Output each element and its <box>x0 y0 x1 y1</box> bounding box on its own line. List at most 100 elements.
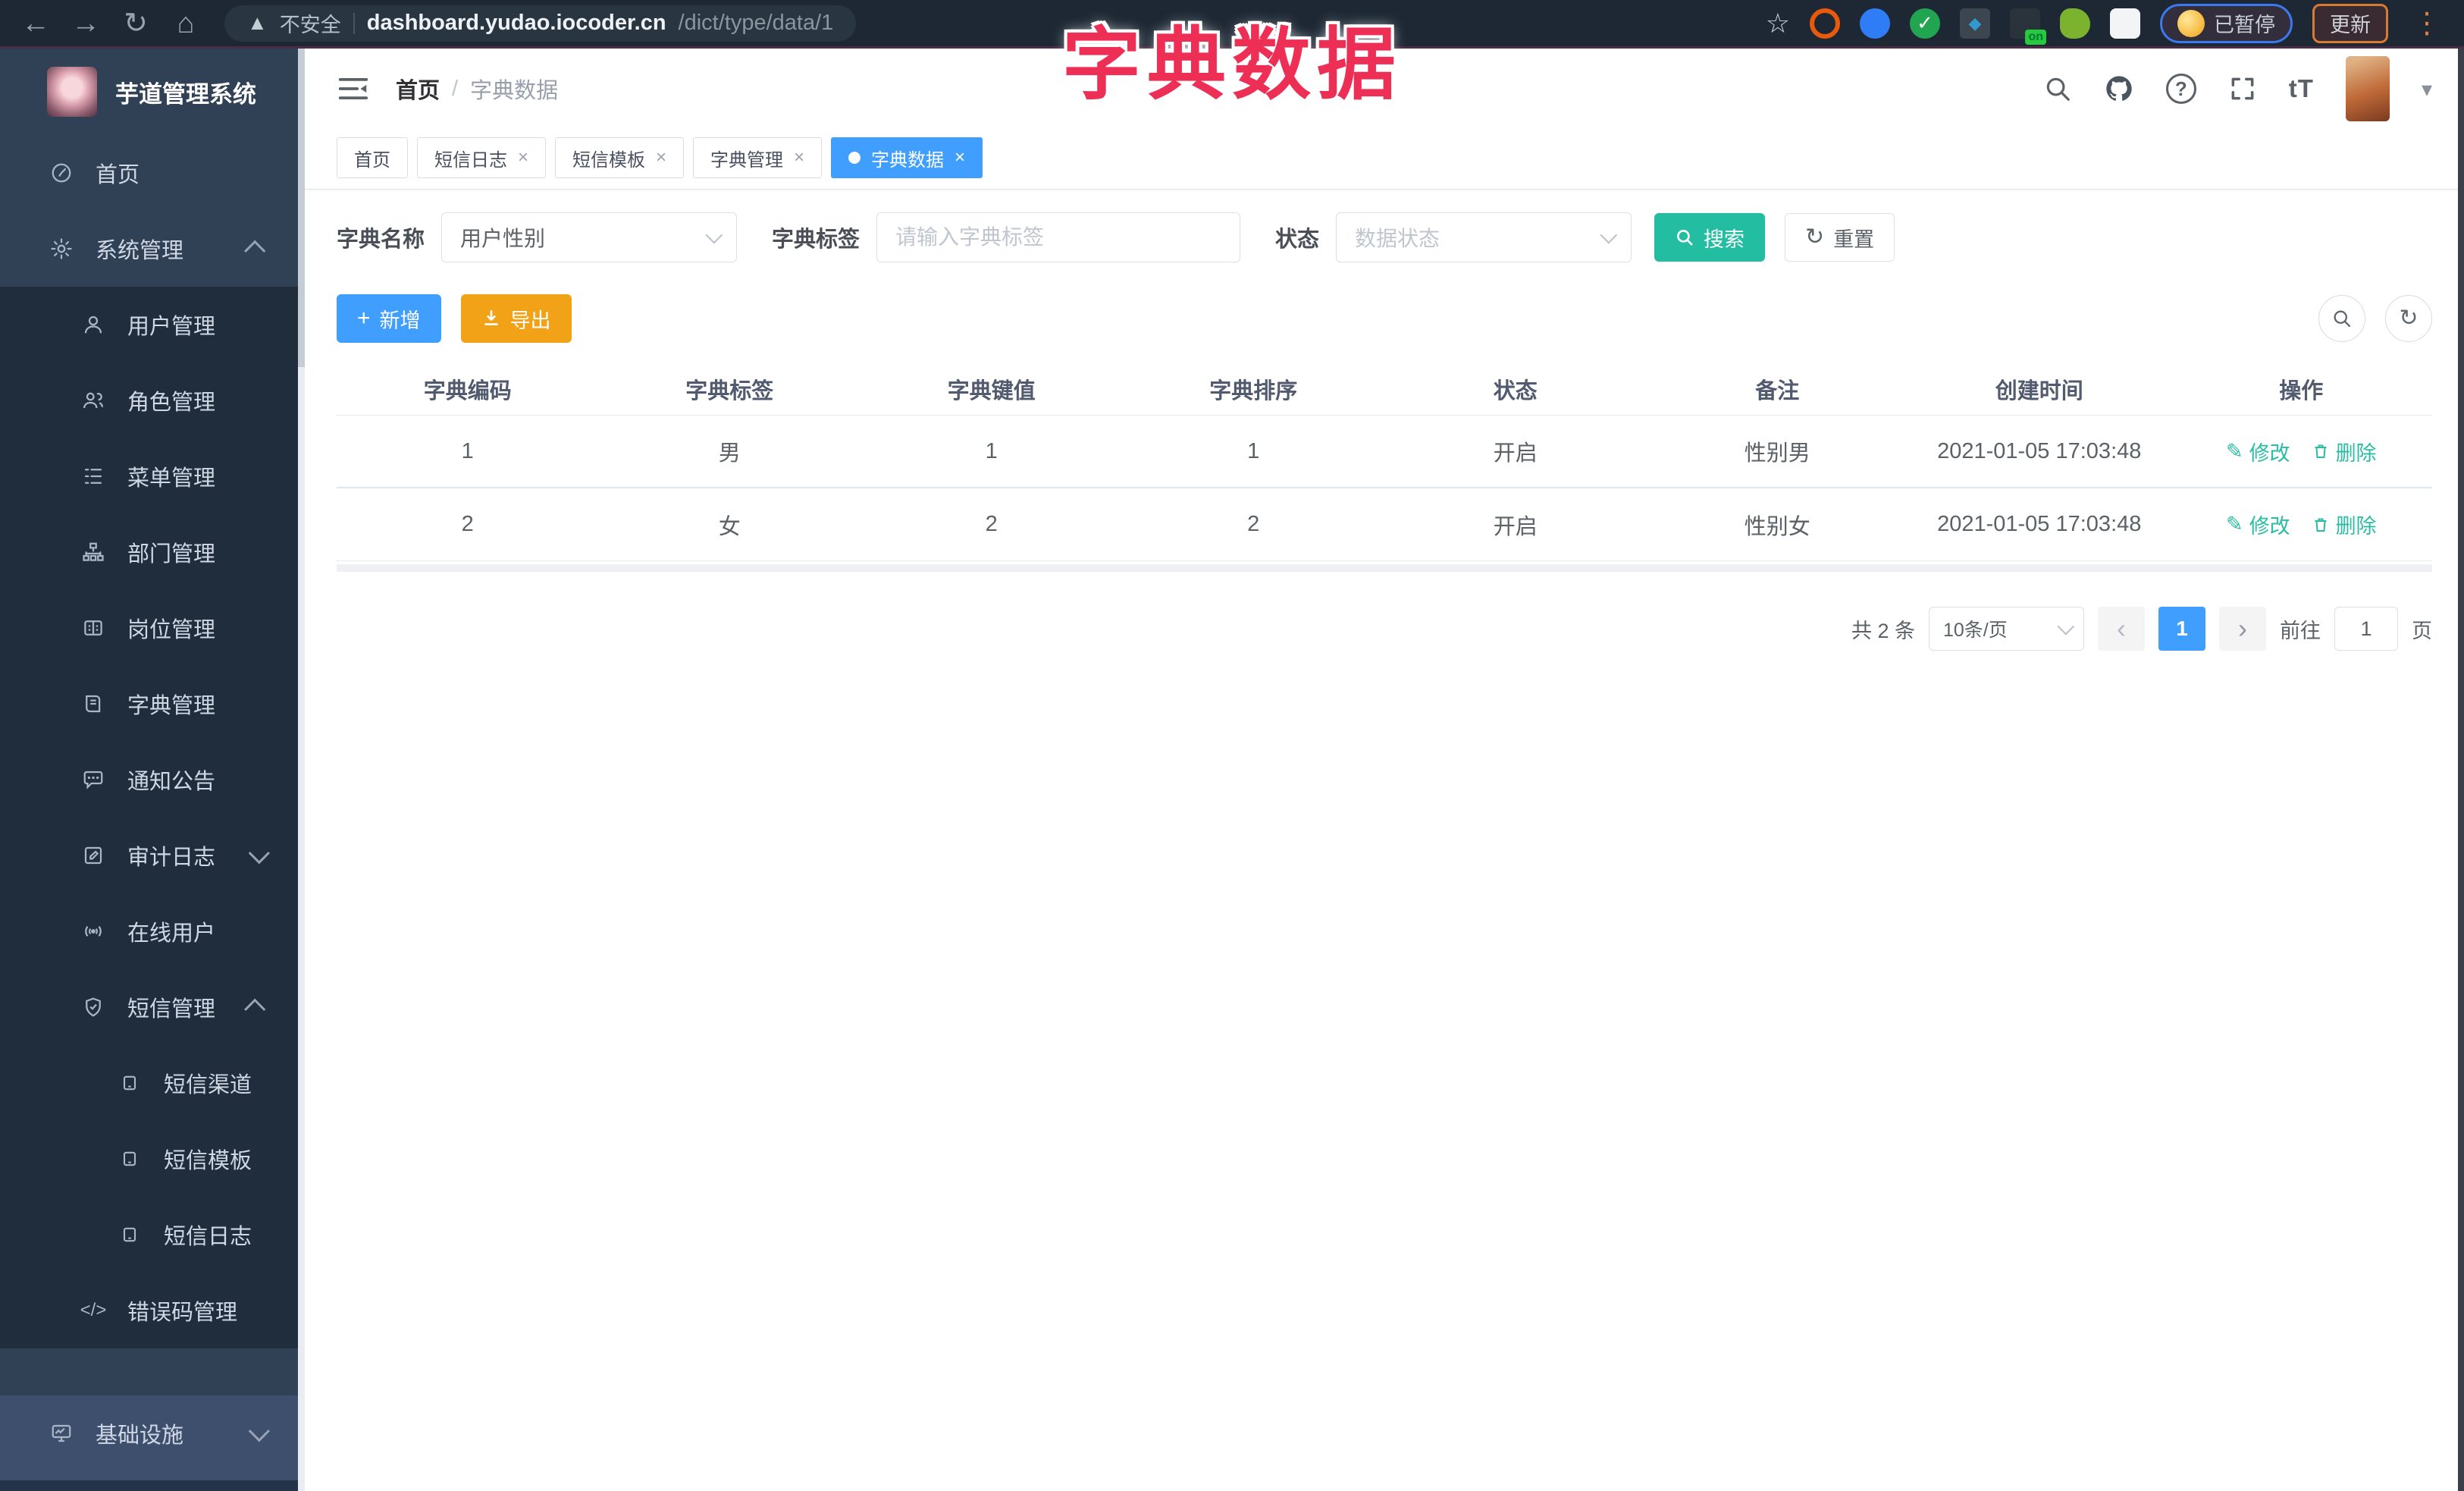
font-size-icon[interactable]: tT <box>2289 74 2314 103</box>
cell-value: 1 <box>985 438 998 463</box>
table-bottom-scrollbar[interactable] <box>337 564 2432 572</box>
edit-link[interactable]: ✎ 修改 <box>2226 510 2290 539</box>
user-avatar[interactable] <box>2345 56 2390 121</box>
export-button[interactable]: 导出 <box>460 294 572 343</box>
sidebar-item-system[interactable]: 系统管理 <box>0 211 298 287</box>
gear-icon <box>44 237 79 260</box>
sidebar-item-sms-channel[interactable]: 短信渠道 <box>0 1045 298 1121</box>
tab-label: 短信模板 <box>572 149 646 171</box>
sidebar-item-users[interactable]: 用户管理 <box>0 287 298 363</box>
monitor-icon <box>44 1422 79 1445</box>
close-icon[interactable]: × <box>656 147 666 168</box>
address-bar[interactable]: ▲ 不安全 dashboard.yudao.iocoder.cn/dict/ty… <box>224 5 857 42</box>
sidebar-item-menus[interactable]: 菜单管理 <box>0 438 298 514</box>
header-search-icon[interactable] <box>2043 74 2072 103</box>
edit-link[interactable]: ✎ 修改 <box>2226 437 2290 466</box>
dict-name-select[interactable]: 用户性别 <box>441 212 738 262</box>
bookmark-star-icon[interactable]: ☆ <box>1766 8 1790 39</box>
avatar-caret-icon[interactable]: ▾ <box>2422 77 2432 102</box>
sidebar-scrollbar[interactable] <box>298 49 305 1491</box>
reset-button[interactable]: ↻ 重置 <box>1785 213 1895 262</box>
paused-extension-chip[interactable]: 已暂停 <box>2160 3 2293 43</box>
extension-bars-icon[interactable]: ◆ <box>1960 8 1990 39</box>
col-header-remark: 备注 <box>1755 378 1800 403</box>
page-suffix: 页 <box>2412 619 2432 642</box>
sidebar-item-roles[interactable]: 角色管理 <box>0 363 298 438</box>
pagination: 共 2 条 10条/页 ‹ 1 › 前往 页 <box>337 607 2432 651</box>
close-icon[interactable]: × <box>518 147 528 168</box>
extension-leaf-icon[interactable] <box>2060 8 2090 39</box>
extension-switch-icon[interactable]: on <box>2010 8 2046 45</box>
col-header-status: 状态 <box>1493 378 1538 403</box>
table-row[interactable]: 1 男 1 1 开启 性别男 2021-01-05 17:03:48 ✎ 修改 … <box>337 416 2432 488</box>
help-icon[interactable]: ? <box>2165 74 2196 104</box>
address-divider <box>353 12 355 34</box>
tab-home[interactable]: 首页 <box>337 137 408 178</box>
sidebar-item-posts[interactable]: 岗位管理 <box>0 590 298 666</box>
warning-icon: ▲ <box>247 11 268 34</box>
toggle-search-button[interactable] <box>2318 295 2365 342</box>
dict-label-input[interactable] <box>876 212 1241 262</box>
sidebar-item-sms-log[interactable]: 短信日志 <box>0 1197 298 1273</box>
fullscreen-icon[interactable] <box>2228 74 2257 103</box>
tab-sms-log[interactable]: 短信日志 × <box>417 137 547 178</box>
extension-puzzle-icon[interactable] <box>2110 8 2140 39</box>
sidebar-item-label: 在线用户 <box>127 921 216 946</box>
sidebar-item-notices[interactable]: 通知公告 <box>0 742 298 818</box>
tab-dict-manage[interactable]: 字典管理 × <box>693 137 823 178</box>
search-button[interactable]: 搜索 <box>1654 213 1766 262</box>
browser-home-icon[interactable]: ⌂ <box>161 1 211 46</box>
sidebar-item-dict[interactable]: 字典管理 <box>0 666 298 742</box>
sidebar-item-label: 角色管理 <box>127 391 216 415</box>
extension-orange-icon[interactable] <box>1810 8 1840 39</box>
sidebar-item-infrastructure[interactable]: 基础设施 <box>0 1395 298 1471</box>
browser-menu-icon[interactable]: ⋮ <box>2408 6 2446 40</box>
chevron-down-icon <box>705 226 723 244</box>
goto-page-input[interactable] <box>2334 607 2398 651</box>
close-icon[interactable]: × <box>794 147 804 168</box>
sidebar-item-departments[interactable]: 部门管理 <box>0 514 298 590</box>
edit-label: 修改 <box>2249 441 2290 465</box>
status-select[interactable]: 数据状态 <box>1336 212 1632 262</box>
extension-blue-icon[interactable] <box>1860 8 1890 39</box>
refresh-table-button[interactable]: ↻ <box>2385 295 2432 342</box>
browser-back-icon[interactable]: ← <box>11 1 61 46</box>
github-icon[interactable] <box>2104 74 2134 104</box>
hamburger-icon[interactable] <box>337 74 370 103</box>
status-label: 状态 <box>1275 228 1320 252</box>
tab-sms-template[interactable]: 短信模板 × <box>555 137 685 178</box>
page-size-select[interactable]: 10条/页 <box>1929 607 2084 651</box>
prev-page-button[interactable]: ‹ <box>2098 607 2145 651</box>
sidebar-item-label: 用户管理 <box>127 315 216 339</box>
next-page-button[interactable]: › <box>2219 607 2266 651</box>
app-logo-row[interactable]: 芋道管理系统 <box>0 49 298 135</box>
delete-link[interactable]: 删除 <box>2312 437 2377 466</box>
close-icon[interactable]: × <box>955 147 965 168</box>
current-page-button[interactable]: 1 <box>2158 607 2205 651</box>
extension-check-icon[interactable]: ✓ <box>1910 8 1940 39</box>
sidebar-item-sms[interactable]: 短信管理 <box>0 969 298 1045</box>
phone-icon <box>112 1148 147 1169</box>
sidebar-item-label: 首页 <box>96 163 140 187</box>
sidebar-scrollbar-thumb[interactable] <box>298 49 305 367</box>
browser-forward-icon[interactable]: → <box>61 1 111 46</box>
browser-update-button[interactable]: 更新 <box>2312 3 2388 43</box>
tab-dict-data[interactable]: 字典数据 × <box>831 137 983 178</box>
tab-label: 短信日志 <box>434 149 507 171</box>
tab-label: 首页 <box>354 149 390 171</box>
sidebar-item-error-codes[interactable]: </> 错误码管理 <box>0 1273 298 1348</box>
delete-link[interactable]: 删除 <box>2312 510 2377 539</box>
sidebar-item-home[interactable]: 首页 <box>0 135 298 211</box>
total-count: 共 2 条 <box>1851 619 1915 642</box>
page-scrollbar[interactable] <box>2458 49 2464 1491</box>
table-row[interactable]: 2 女 2 2 开启 性别女 2021-01-05 17:03:48 ✎ 修改 … <box>337 488 2432 561</box>
sidebar-item-online-users[interactable]: 在线用户 <box>0 893 298 969</box>
add-button[interactable]: + 新增 <box>337 294 441 343</box>
sidebar-item-audit-log[interactable]: 审计日志 <box>0 818 298 893</box>
browser-reload-icon[interactable]: ↻ <box>111 1 161 46</box>
data-table: 字典编码 字典标签 字典键值 字典排序 状态 备注 创建时间 操作 1 男 1 … <box>337 363 2432 572</box>
breadcrumb-home[interactable]: 首页 <box>396 73 440 105</box>
search-button-label: 搜索 <box>1704 228 1745 251</box>
sidebar-item-sms-template[interactable]: 短信模板 <box>0 1121 298 1197</box>
breadcrumb-separator: / <box>452 76 459 101</box>
